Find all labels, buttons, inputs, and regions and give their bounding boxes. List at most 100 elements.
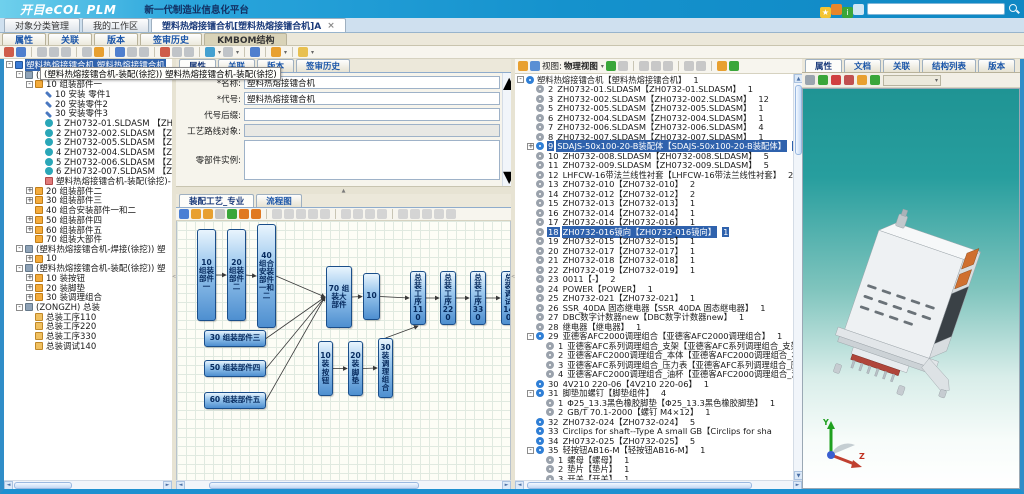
collapse-toggle[interactable]: - <box>6 61 13 68</box>
layout-h-icon[interactable] <box>422 209 432 219</box>
view-switch-icon[interactable] <box>205 47 215 57</box>
global-search-input[interactable] <box>867 3 1005 15</box>
bom-item[interactable]: 27DBC数字计数器new【DBC数字计数器new】1 <box>517 313 793 323</box>
insert-node-icon[interactable] <box>127 47 137 57</box>
collapse-toggle[interactable]: - <box>16 304 23 311</box>
copy-structure-icon[interactable] <box>518 61 528 71</box>
user-tools-icon[interactable] <box>271 47 281 57</box>
collapse-toggle[interactable]: - <box>517 76 524 83</box>
save-icon[interactable] <box>16 47 26 57</box>
new-view-icon[interactable] <box>530 61 540 71</box>
expand-toggle[interactable]: + <box>26 274 33 281</box>
sub-tab-版本[interactable]: 版本 <box>94 33 138 45</box>
right-tab-版本[interactable]: 版本 <box>978 59 1015 72</box>
report-icon-caret[interactable]: ▾ <box>311 49 314 56</box>
field-input[interactable] <box>244 124 500 137</box>
view-selector[interactable]: 物理视图 <box>564 60 598 72</box>
collapse-toggle[interactable]: - <box>16 265 23 272</box>
info-icon[interactable]: i <box>842 7 853 18</box>
flow-node[interactable]: 20组装部件二 <box>227 229 246 321</box>
same-height-icon[interactable] <box>377 209 387 219</box>
bom-hscrollbar[interactable]: ◄ ► <box>515 480 802 489</box>
route-forward-icon[interactable] <box>239 209 249 219</box>
right-tab-文档[interactable]: 文档 <box>844 59 881 72</box>
flow-node[interactable]: 总装工序220 <box>440 271 456 325</box>
distribute-v-icon[interactable] <box>353 209 363 219</box>
paste-icon[interactable] <box>94 47 104 57</box>
flow-node[interactable]: 40组合安装部件一和二 <box>257 224 276 328</box>
bom-item[interactable]: 22ZH0732-019【ZH0732-019】1 <box>517 265 793 275</box>
filter-icon[interactable] <box>223 47 233 57</box>
main-tab-对象分类管理[interactable]: 对象分类管理 <box>4 18 80 32</box>
rotate-3d-icon[interactable] <box>818 75 828 85</box>
align-right-icon[interactable] <box>296 209 306 219</box>
grid-icon[interactable] <box>410 209 420 219</box>
bom-item[interactable]: 230011【-】2 <box>517 275 793 285</box>
flow-node[interactable]: 30装调理组合 <box>378 338 393 398</box>
align-left-icon[interactable] <box>272 209 282 219</box>
field-input[interactable] <box>244 76 500 89</box>
align-top-icon[interactable] <box>308 209 318 219</box>
flow-tab-流程图[interactable]: 流程图 <box>256 194 302 207</box>
expand-toggle[interactable]: + <box>26 255 33 262</box>
collapse-toggle[interactable]: - <box>16 245 23 252</box>
expand-toggle[interactable]: + <box>26 197 33 204</box>
full-extent-icon[interactable] <box>446 209 456 219</box>
collapse-toggle[interactable]: - <box>527 390 534 397</box>
expand-toggle[interactable]: + <box>527 143 534 150</box>
expand-toggle[interactable]: + <box>26 294 33 301</box>
flow-node[interactable]: 50 组装部件四 <box>204 360 266 377</box>
flow-node[interactable]: 总装工序330 <box>470 271 486 325</box>
remove-node-icon[interactable] <box>160 47 170 57</box>
expand-toggle[interactable]: + <box>26 187 33 194</box>
comment-icon[interactable] <box>606 61 616 71</box>
select-cursor-icon[interactable] <box>179 209 189 219</box>
flow-node[interactable]: 10装按钮 <box>318 341 333 396</box>
compare-icon[interactable] <box>618 61 628 71</box>
edit-icon[interactable] <box>4 47 14 57</box>
main-tab-我的工作区[interactable]: 我的工作区 <box>82 18 149 32</box>
layout-v-icon[interactable] <box>434 209 444 219</box>
link-add-icon[interactable] <box>49 47 59 57</box>
view-mode-dropdown[interactable]: ▾ <box>883 75 941 86</box>
collapse-toggle[interactable]: - <box>527 447 534 454</box>
sub-tab-属性[interactable]: 属性 <box>2 33 46 45</box>
route-back-icon[interactable] <box>251 209 261 219</box>
close-tab-icon[interactable]: × <box>327 21 335 31</box>
splitter-horizontal[interactable] <box>176 187 511 194</box>
pointer-cursor-icon[interactable] <box>805 75 815 85</box>
collapse-toggle[interactable]: - <box>26 81 33 88</box>
level-icon[interactable] <box>663 61 673 71</box>
flow-canvas[interactable]: 10组装部件一20组装部件二40组合安装部件一和二70 组装大部件10总装工序1… <box>176 221 511 480</box>
bom-item[interactable]: 2垫片【垫片】1 <box>517 465 793 475</box>
search-icon[interactable] <box>717 61 727 71</box>
main-tab-塑料热熔接镭合机[塑料热熔接镭合机]A[interactable]: 塑料热熔接镭合机[塑料热熔接镭合机]A× <box>151 18 346 32</box>
3d-viewport[interactable]: Y Z <box>802 88 1020 489</box>
collapse-toggle[interactable]: - <box>527 333 534 340</box>
field-input[interactable] <box>244 108 500 121</box>
delete-icon[interactable] <box>215 209 225 219</box>
user-tools-icon-caret[interactable]: ▾ <box>284 49 287 56</box>
copy-icon[interactable] <box>82 47 92 57</box>
align-middle-icon[interactable] <box>320 209 330 219</box>
form-vscrollbar[interactable]: ▲▼ <box>502 73 511 186</box>
right-tab-关联[interactable]: 关联 <box>883 59 920 72</box>
tree-item[interactable]: -(塑料热熔接镭合机-焊接(徐挖)) 塑 <box>6 244 172 254</box>
tree-item[interactable]: 总装调试140 <box>6 341 172 351</box>
zoom-out-icon[interactable] <box>203 209 213 219</box>
bom-item[interactable]: -35轻按钮AB16-M【轻按钮AB16-M】1 <box>517 446 793 456</box>
bom-vscrollbar[interactable]: ▲ ▼ <box>793 74 802 480</box>
view-selector-caret[interactable]: ▾ <box>601 63 604 70</box>
search-icon[interactable] <box>1008 3 1020 15</box>
search-icon[interactable] <box>250 47 260 57</box>
same-width-icon[interactable] <box>365 209 375 219</box>
favorite-star-icon[interactable]: ★ <box>820 7 831 18</box>
append-node-icon[interactable] <box>139 47 149 57</box>
flow-node[interactable]: 70 组装大部件 <box>326 266 352 328</box>
collapse-all-icon[interactable] <box>651 61 661 71</box>
align-center-icon[interactable] <box>284 209 294 219</box>
flow-node[interactable]: 30 组装部件三 <box>204 330 266 347</box>
field-input[interactable] <box>244 92 500 105</box>
right-tab-属性[interactable]: 属性 <box>805 59 842 72</box>
expand-toggle[interactable]: + <box>26 284 33 291</box>
